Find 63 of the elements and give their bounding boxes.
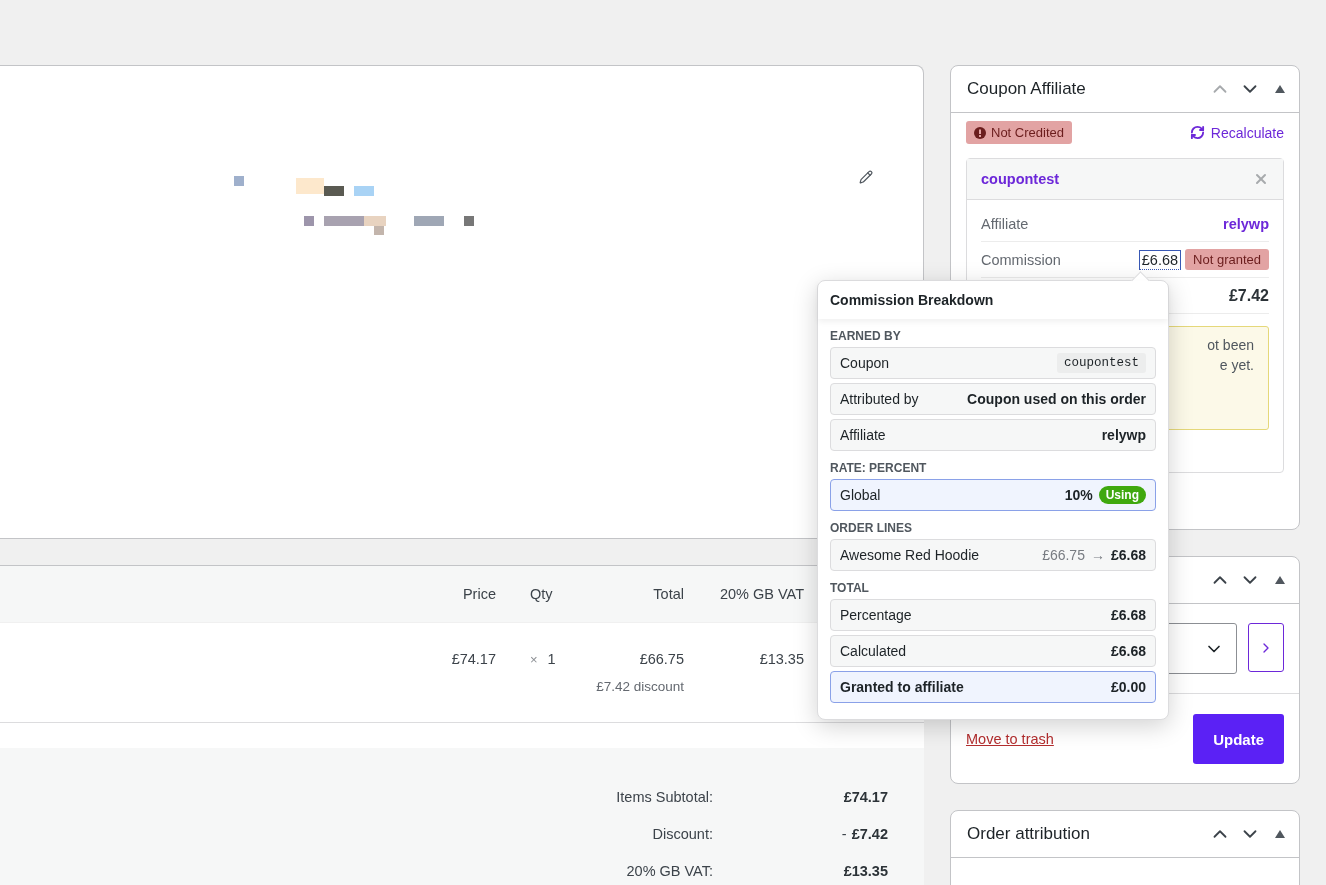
row-label: Calculated [840,643,907,659]
column-header: 20% GB VAT [718,586,804,602]
section-heading: TOTAL [830,581,870,595]
alert-icon [974,126,986,139]
notice-text: ot been [1207,337,1254,353]
affiliate-link[interactable]: relywp [1223,215,1269,232]
panel-title: Coupon Affiliate [967,79,1087,99]
trash-link[interactable]: Move to trash [966,731,1054,747]
rate-value: 10% [1064,487,1093,503]
commission-value[interactable]: £6.68 [1138,249,1182,270]
section-heading: RATE: PERCENT [830,461,928,475]
collapse-triangle-icon[interactable] [1275,830,1285,838]
price-cell-text: £74.17 [450,651,496,667]
row-label: Global [840,487,881,503]
column-header: Price [461,586,496,602]
status-badge: Not Credited [966,121,1072,144]
row-label: Coupon [840,355,890,371]
status-badge: Not granted [1185,249,1269,270]
qty-cell: 1 [547,651,556,667]
row-value: £0.00 [1110,679,1146,695]
row-value: £6.68 [1110,643,1146,659]
minus-sign: - [841,825,847,842]
times-sign: × [530,651,538,667]
collapse-triangle-icon[interactable] [1275,85,1285,93]
refresh-icon [1189,125,1205,140]
total-value: £7.42 [851,825,888,842]
row-label: Awesome Red Hoodie [840,547,980,563]
section-heading: ORDER LINES [830,521,913,535]
apply-action-button[interactable] [1248,623,1284,672]
edit-icon[interactable] [859,170,873,184]
row-label: Affiliate [840,427,886,443]
commission-value: £6.68 [1110,547,1146,563]
status-badge: Using [1098,486,1146,504]
row-label: Granted to affiliate [840,679,964,695]
column-header: Qty [529,586,554,602]
line-amount: £66.75 [1042,547,1085,563]
coupon-code: coupontest [1057,353,1146,373]
row-label: Commission [981,251,1061,268]
coupon-link[interactable]: coupontest [981,171,1060,187]
total-value: £74.17 [843,788,888,805]
total-label: Discount: [651,825,713,842]
row-label: Percentage [840,607,912,623]
amount-value: £7.42 [1228,286,1269,305]
vat-cell-text: £13.35 [758,651,804,667]
total-cell-text: £66.75 [638,651,684,667]
recalculate-link[interactable]: Recalculate [1189,124,1284,141]
discount-note: £7.42 discount [595,679,684,694]
total-label: Items Subtotal: [615,788,713,805]
panel-title: Order attribution [967,824,1091,844]
section-heading: EARNED BY [830,329,902,343]
popover-title: Commission Breakdown [818,281,1168,319]
total-label: 20% GB VAT: [625,862,713,879]
total-value: £13.35 [843,862,888,879]
row-label: Attributed by [840,391,919,407]
collapse-triangle-icon[interactable] [1275,576,1285,584]
arrow-text: → [1090,547,1105,563]
notice-text: e yet. [1219,357,1254,373]
row-label: Affiliate [981,215,1029,232]
update-button[interactable]: Update [1193,714,1284,764]
column-header: Total [652,586,684,602]
row-value: £6.68 [1110,607,1146,623]
row-value: Coupon used on this order [967,391,1146,407]
row-value: relywp [1101,427,1146,443]
